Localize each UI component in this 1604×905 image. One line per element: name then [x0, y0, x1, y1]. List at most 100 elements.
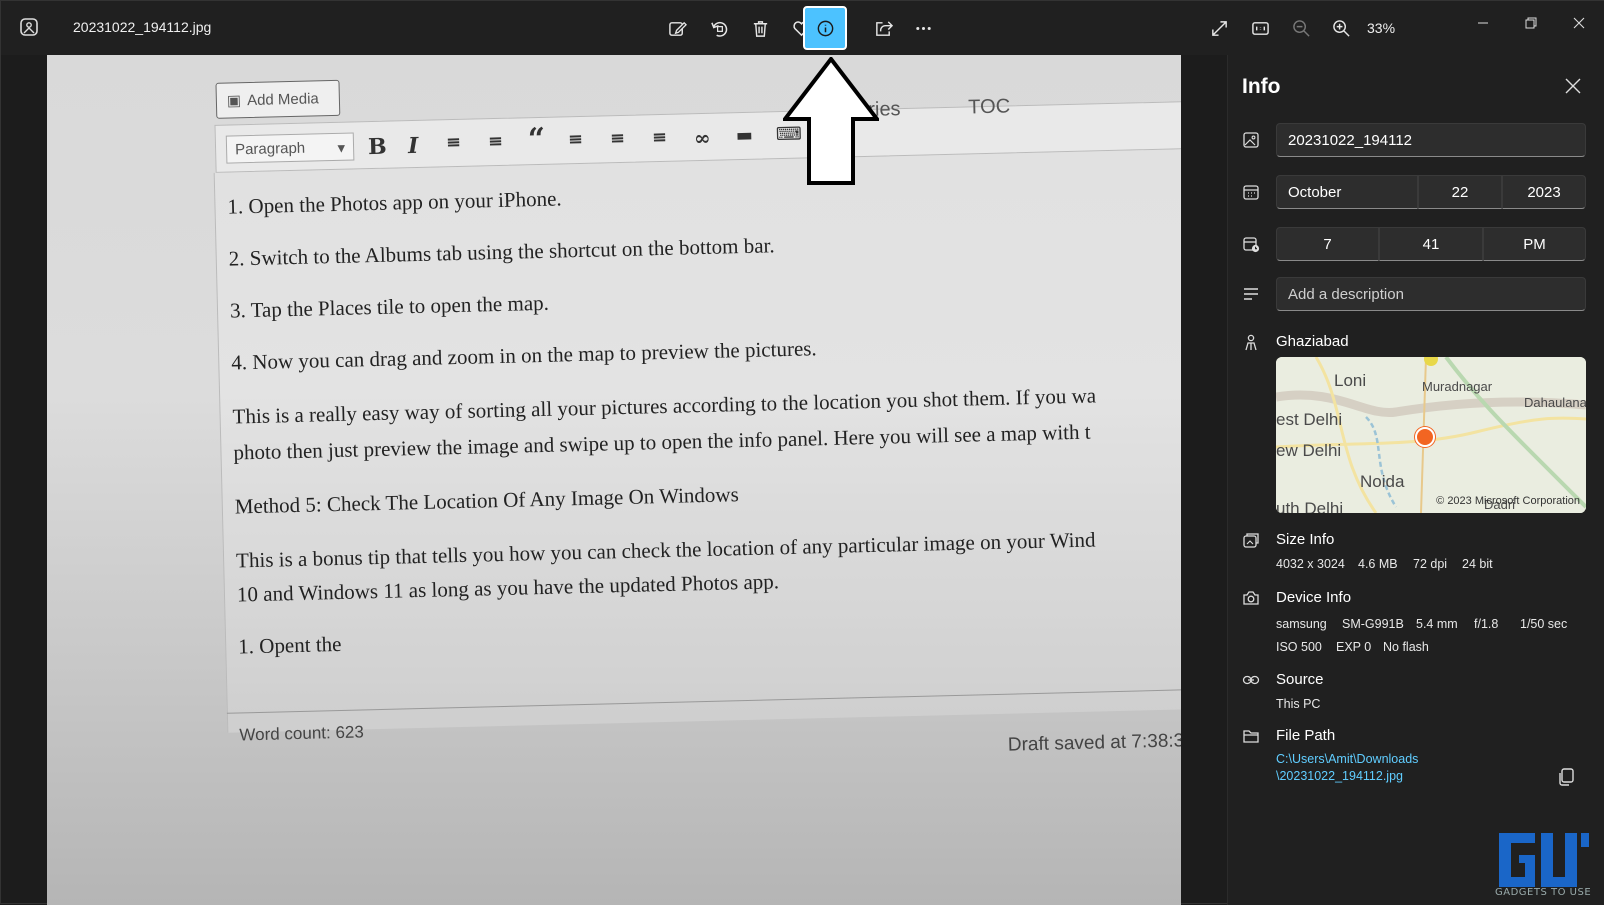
name-field[interactable]: 20231022_194112 [1276, 123, 1586, 157]
actual-size-icon [1251, 21, 1269, 35]
camera-icon [1243, 591, 1259, 605]
calendar-icon [1243, 185, 1259, 200]
map-label: Dahaulana [1524, 395, 1586, 410]
doc-heading: Method 5: Check The Location Of Any Imag… [234, 482, 740, 519]
location-person-icon [1245, 334, 1257, 351]
info-button[interactable] [803, 6, 847, 50]
photo-canvas[interactable]: ▣ Add Media Paragraph ▾ B I ≡ ≡ “ ≡ ≡ ≡ … [47, 55, 1181, 905]
link-icon [1242, 675, 1260, 685]
restore-icon [1525, 17, 1537, 29]
draft-saved: Draft saved at 7:38:35 pm. Las [1007, 728, 1181, 756]
fullscreen-button[interactable] [1203, 12, 1235, 44]
map-label: uth Delhi [1276, 499, 1344, 513]
location-name: Ghaziabad [1276, 333, 1349, 350]
edit-image-button[interactable] [661, 12, 693, 44]
doc-line: 2. Switch to the Albums tab using the sh… [228, 233, 775, 271]
aperture: f/1.8 [1474, 617, 1499, 631]
device-info-label: Device Info [1276, 589, 1352, 606]
doc-line: 3. Tap the Places tile to open the map. [229, 290, 550, 323]
camera-make: samsung [1276, 617, 1327, 631]
share-icon [875, 20, 893, 36]
file-path-link[interactable]: C:\Users\Amit\Downloads \20231022_194112… [1276, 751, 1418, 785]
editor-body-in-photo: 1. Open the Photos app on your iPhone. 2… [213, 147, 1181, 733]
doc-line: 4. Now you can drag and zoom in on the m… [231, 336, 817, 375]
share-button[interactable] [867, 12, 899, 44]
minimize-button[interactable] [1465, 9, 1501, 37]
zoom-out-button[interactable] [1285, 12, 1317, 44]
iso: ISO 500 [1276, 640, 1322, 654]
align-right-icon: ≡ [651, 126, 668, 149]
align-center-icon: ≡ [609, 127, 626, 150]
doc-line: 1. Open the Photos app on your iPhone. [227, 186, 562, 219]
doc-line: 1. Opent the [237, 631, 342, 659]
doc-line: photo then just preview the image and sw… [233, 419, 1091, 465]
align-left-icon: ≡ [567, 128, 584, 151]
italic-icon: I [407, 132, 419, 160]
location-map[interactable]: Loni Muradnagar Dahaulana est Delhi ew D… [1276, 357, 1586, 513]
zoom-level[interactable]: 33% [1367, 20, 1395, 36]
date-day[interactable]: 22 [1418, 175, 1502, 209]
time-ampm[interactable]: PM [1483, 227, 1586, 261]
folder-icon [1243, 730, 1259, 743]
delete-button[interactable] [744, 12, 776, 44]
size-info-icon [1243, 533, 1259, 548]
exposure: EXP 0 [1336, 640, 1372, 654]
image-icon [1243, 132, 1259, 148]
time-hour[interactable]: 7 [1276, 227, 1379, 261]
more-options-button[interactable] [907, 12, 939, 44]
doc-line: This is a bonus tip that tells you how y… [235, 527, 1096, 573]
link-icon: ∞ [693, 125, 711, 151]
source-label: Source [1276, 671, 1324, 688]
rotate-button[interactable] [703, 12, 735, 44]
edit-icon [668, 21, 687, 36]
quote-icon: “ [527, 121, 546, 158]
photographed-screen: ▣ Add Media Paragraph ▾ B I ≡ ≡ “ ≡ ≡ ≡ … [127, 55, 1181, 805]
description-input[interactable]: Add a description [1276, 277, 1586, 311]
photos-app-icon [20, 18, 38, 36]
source-value: This PC [1276, 697, 1321, 711]
title-bar: 20231022_194112.jpg 33% [1, 1, 1604, 55]
watermark-text: GADGETS TO USE [1495, 887, 1592, 898]
date-year[interactable]: 2023 [1502, 175, 1586, 209]
flash: No flash [1383, 640, 1429, 654]
doc-line: 10 and Windows 11 as long as you have th… [236, 569, 780, 607]
trash-icon [753, 20, 767, 37]
close-window-button[interactable] [1561, 9, 1597, 37]
clock-calendar-icon [1243, 237, 1260, 253]
info-icon [817, 20, 833, 36]
map-label: est Delhi [1276, 410, 1343, 429]
info-panel: Info 20231022_194112 October 22 2023 7 4… [1227, 55, 1604, 905]
file-path-label: File Path [1276, 727, 1336, 744]
close-icon [1573, 17, 1585, 29]
close-panel-icon[interactable] [1564, 77, 1582, 95]
zoom-in-icon [1332, 19, 1350, 37]
minimize-icon [1478, 22, 1488, 24]
restore-button[interactable] [1513, 9, 1549, 37]
dimensions: 4032 x 3024 [1276, 557, 1345, 571]
date-month[interactable]: October [1276, 175, 1418, 209]
photos-app-window: 20231022_194112.jpg 33% ▣ Add Media Para… [0, 0, 1604, 905]
map-label: Loni [1334, 371, 1367, 390]
copy-path-icon[interactable] [1556, 767, 1576, 787]
location-pin-icon [1415, 427, 1435, 447]
camera-model: SM-G991B [1342, 617, 1404, 631]
shutter-speed: 1/50 sec [1520, 617, 1568, 631]
zoom-in-button[interactable] [1325, 12, 1357, 44]
bullet-list-icon: ≡ [445, 131, 462, 154]
actual-size-button[interactable] [1244, 12, 1276, 44]
annotation-arrow-icon [783, 57, 879, 185]
map-copyright: © 2023 Microsoft Corporation [1436, 495, 1580, 507]
gadgets-to-use-logo-icon [1499, 833, 1589, 887]
dropdown-arrow-icon: ▾ [337, 139, 346, 157]
file-name: 20231022_194112.jpg [73, 19, 212, 35]
zoom-out-icon [1292, 19, 1310, 37]
word-count: Word count: 623 [239, 722, 365, 745]
bold-icon: B [367, 133, 388, 161]
map-label: ew Delhi [1276, 441, 1342, 460]
description-icon [1244, 288, 1258, 300]
tab-toc-in-photo: TOC [968, 95, 1011, 119]
time-minute[interactable]: 41 [1379, 227, 1483, 261]
map-label: Noida [1360, 472, 1405, 491]
expand-icon [1211, 20, 1227, 36]
add-media-button-in-photo: ▣ Add Media [215, 79, 341, 119]
